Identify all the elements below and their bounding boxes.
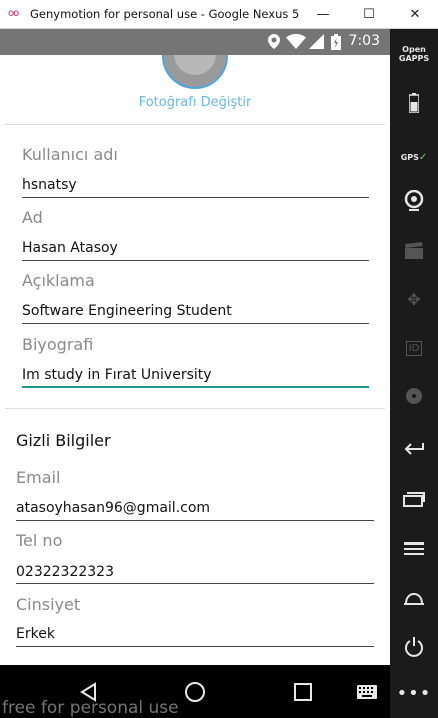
power-button[interactable] [390,634,438,660]
name-label: Ad [22,208,43,227]
webcam-icon [404,190,424,211]
avatar-image [174,55,216,75]
genymotion-sidepanel: Open GAPPS GPS ✓ ✥ ID ••• [390,29,438,718]
gps-icon: GPS [400,152,419,162]
name-field[interactable]: Hasan Atasoy [22,240,118,256]
signal-icon [309,34,324,53]
description-label: Açıklama [22,271,95,290]
device-id-button[interactable]: ID [390,336,438,360]
menu-icon [404,542,424,555]
home-outline-icon [404,592,424,605]
gender-label: Cinsiyet [16,595,81,614]
move-icon: ✥ [407,289,421,309]
description-field[interactable]: Software Engineering Student [22,303,232,319]
capture-widget-button[interactable] [390,239,438,263]
biography-label: Biyografi [22,335,94,354]
check-icon: ✓ [418,151,428,163]
wifi-icon [286,34,306,53]
clapper-icon [405,242,423,259]
minimize-button[interactable]: — [300,0,346,29]
android-status-bar: 7:03 [0,29,390,55]
status-time: 7:03 [348,33,380,49]
location-icon [268,34,280,53]
return-icon [404,443,424,455]
battery-widget-button[interactable] [390,91,438,115]
username-underline [22,197,369,198]
close-button[interactable]: ✕ [392,0,438,29]
webcam-widget-button[interactable] [390,187,438,215]
battery-icon [331,34,341,54]
username-field[interactable]: hsnatsy [22,177,77,193]
email-underline [16,520,374,521]
window-title: Genymotion for personal use - Google Nex… [30,7,300,21]
phone-label: Tel no [16,531,63,550]
close-icon: ✕ [409,7,421,22]
email-field[interactable]: atasoyhasan96@gmail.com [16,500,210,516]
private-info-title: Gizli Bilgiler [16,431,111,450]
open-gapps-button[interactable]: Open GAPPS [390,43,438,65]
keyboard-button[interactable] [352,677,382,707]
disc-icon [406,388,422,404]
phone-underline [16,583,374,584]
keyboard-icon [357,685,377,699]
edit-profile-screen: Fotoğrafı Değiştir Kullanıcı adı hsnatsy… [0,55,390,665]
media-widget-button[interactable] [390,384,438,408]
gender-underline [16,646,374,647]
move-widget-button[interactable]: ✥ [390,287,438,311]
divider [5,124,385,125]
maximize-button[interactable]: ☐ [346,0,392,29]
gps-widget-button[interactable]: GPS ✓ [390,145,438,169]
username-label: Kullanıcı adı [22,145,118,164]
home-icon [185,682,205,702]
sidepanel-back-button[interactable] [390,437,438,461]
sidepanel-menu-button[interactable] [390,537,438,561]
gender-field[interactable]: Erkek [16,626,55,642]
window-titlebar: oo Genymotion for personal use - Google … [0,0,438,29]
avatar[interactable] [162,55,228,89]
biography-field[interactable]: Im study in Fırat University [22,367,212,383]
home-button[interactable] [180,677,210,707]
more-icon: ••• [396,682,432,704]
recents-button[interactable] [288,677,318,707]
recents-icon [294,683,312,701]
watermark: free for personal use [2,698,179,718]
recents-stack-icon [403,492,425,507]
maximize-icon: ☐ [363,7,375,22]
phone-field[interactable]: 02322322323 [16,564,114,580]
genymotion-logo-icon: oo [8,8,19,19]
email-label: Email [16,468,61,487]
description-underline [22,323,369,324]
battery-widget-icon [409,93,419,113]
id-icon: ID [405,340,423,356]
minimize-icon: — [316,7,330,22]
power-icon [405,637,423,657]
name-underline [22,260,369,261]
more-options-button[interactable]: ••• [390,681,438,705]
change-photo-link[interactable]: Fotoğrafı Değiştir [0,95,390,110]
biography-underline-focused [22,386,369,388]
sidepanel-home-button[interactable] [390,587,438,611]
sidepanel-recents-button[interactable] [390,487,438,511]
divider [5,408,385,409]
